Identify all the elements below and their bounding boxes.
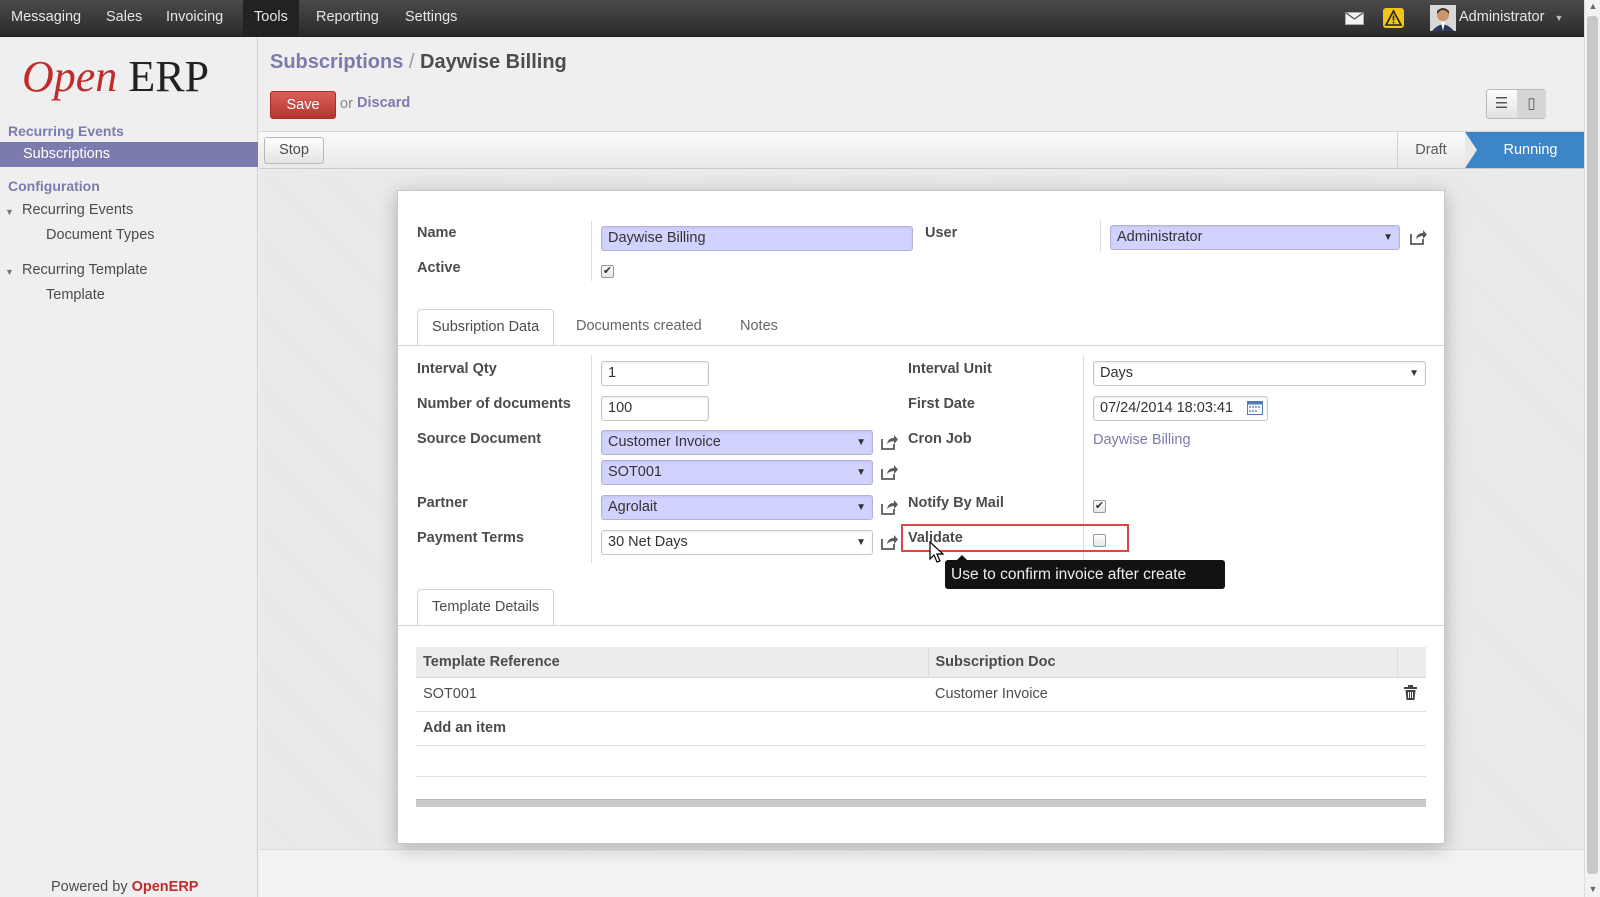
page-scrollbar[interactable]: ▲ ▼ [1584, 0, 1600, 897]
user-select[interactable]: Administrator ▼ [1110, 225, 1400, 250]
col-subscription-doc[interactable]: Subscription Doc [928, 647, 1398, 678]
dropdown-arrow-icon: ▼ [856, 437, 866, 448]
openerp-logo[interactable]: Open ERP [22, 52, 209, 102]
num-documents-label: Number of documents [417, 396, 571, 412]
menu-tools[interactable]: Tools [243, 0, 299, 37]
chevron-down-icon: ▼ [1554, 13, 1564, 23]
interval-unit-select[interactable]: Days ▼ [1093, 361, 1426, 386]
status-bar: Stop Draft Running [259, 131, 1584, 169]
notify-by-mail-label: Notify By Mail [908, 495, 1004, 511]
warning-icon[interactable] [1383, 8, 1404, 28]
menu-settings[interactable]: Settings [394, 0, 468, 37]
add-item-link[interactable]: Add an item [416, 711, 1426, 746]
validate-tooltip: Use to confirm invoice after create [945, 555, 1225, 589]
save-button[interactable]: Save [270, 91, 336, 119]
list-view-icon[interactable]: ☰ [1487, 90, 1516, 118]
cell-template-reference: SOT001 [416, 677, 928, 712]
external-link-icon[interactable] [879, 462, 899, 482]
trash-icon[interactable] [1404, 684, 1417, 700]
first-date-input[interactable]: 07/24/2014 18:03:41 [1093, 396, 1268, 421]
expand-caret-icon[interactable]: ▼ [5, 267, 14, 277]
table-horizontal-scrollbar[interactable] [416, 799, 1426, 807]
num-documents-input[interactable]: 100 [601, 396, 709, 421]
tab-documents-created[interactable]: Documents created [562, 309, 716, 346]
payment-terms-label: Payment Terms [417, 530, 524, 546]
powered-by-link[interactable]: OpenERP [132, 879, 199, 895]
sidebar-item-document-types[interactable]: Document Types [46, 227, 155, 243]
tab-subscription-data[interactable]: Subsription Data [417, 309, 555, 346]
source-document-model-select[interactable]: Customer Invoice ▼ [601, 430, 873, 455]
tab-notes[interactable]: Notes [726, 309, 792, 346]
template-table: Template Reference Subscription Doc SOT0… [416, 647, 1426, 777]
or-text: or [340, 96, 353, 112]
bottom-strip [259, 849, 1584, 897]
view-switcher: ☰ ▯ [1486, 89, 1546, 119]
partner-label: Partner [417, 495, 468, 511]
external-link-icon[interactable] [879, 497, 899, 517]
breadcrumb-subscriptions[interactable]: Subscriptions [270, 51, 403, 73]
name-input[interactable]: Daywise Billing [601, 226, 913, 251]
cron-job-link[interactable]: Daywise Billing [1093, 432, 1191, 448]
dropdown-arrow-icon: ▼ [856, 537, 866, 548]
sidebar-section-configuration: Configuration [8, 178, 100, 194]
sidebar-section-recurring-events: Recurring Events [8, 123, 124, 139]
notify-by-mail-checkbox[interactable]: ✔ [1093, 500, 1106, 513]
user-menu[interactable]: Administrator ▼ [1453, 0, 1569, 37]
status-running[interactable]: Running [1465, 132, 1584, 168]
user-name: Administrator [1459, 9, 1545, 25]
interval-unit-label: Interval Unit [908, 361, 992, 377]
sidebar-item-recurring-template[interactable]: Recurring Template [22, 262, 147, 278]
source-document-label: Source Document [417, 431, 542, 447]
external-link-icon[interactable] [879, 532, 899, 552]
name-label: Name [417, 225, 457, 241]
dropdown-arrow-icon: ▼ [1409, 368, 1419, 379]
top-navbar: Messaging Sales Invoicing Tools Reportin… [0, 0, 1584, 37]
scroll-up-icon[interactable]: ▲ [1588, 1, 1598, 11]
menu-messaging[interactable]: Messaging [0, 0, 92, 37]
page-title: Daywise Billing [420, 51, 567, 73]
cell-subscription-doc: Customer Invoice [928, 677, 1397, 712]
interval-qty-input[interactable]: 1 [601, 361, 709, 386]
form-view-icon[interactable]: ▯ [1517, 90, 1546, 118]
interval-qty-label: Interval Qty [417, 361, 497, 377]
mouse-cursor-icon [929, 541, 945, 563]
sidebar: Open ERP Recurring Events Subscriptions … [0, 37, 258, 897]
user-label: User [925, 225, 958, 241]
external-link-icon[interactable] [1408, 227, 1428, 247]
cron-job-label: Cron Job [908, 431, 972, 447]
powered-by: Powered by OpenERP [51, 879, 199, 895]
active-label: Active [417, 260, 461, 276]
calendar-icon[interactable] [1247, 401, 1263, 415]
sidebar-item-subscriptions[interactable]: Subscriptions [0, 142, 258, 167]
validate-checkbox[interactable] [1093, 534, 1106, 547]
sidebar-item-recurring-events[interactable]: Recurring Events [22, 202, 133, 218]
source-document-ref-select[interactable]: SOT001 ▼ [601, 460, 873, 485]
stop-button[interactable]: Stop [264, 137, 324, 164]
menu-sales[interactable]: Sales [95, 0, 153, 37]
payment-terms-select[interactable]: 30 Net Days ▼ [601, 530, 873, 555]
form-sheet: Name Daywise Billing Active ✔ User Admin… [397, 190, 1445, 844]
status-draft[interactable]: Draft [1397, 132, 1464, 168]
dropdown-arrow-icon: ▼ [856, 467, 866, 478]
discard-link[interactable]: Discard [357, 95, 410, 111]
envelope-icon[interactable] [1345, 12, 1364, 25]
external-link-icon[interactable] [879, 432, 899, 452]
scrollbar-thumb[interactable] [1587, 16, 1598, 874]
menu-reporting[interactable]: Reporting [305, 0, 390, 37]
dropdown-arrow-icon: ▼ [1383, 232, 1393, 243]
col-template-reference[interactable]: Template Reference [416, 647, 929, 678]
dropdown-arrow-icon: ▼ [856, 502, 866, 513]
tab-template-details[interactable]: Template Details [417, 589, 555, 626]
partner-select[interactable]: Agrolait ▼ [601, 495, 873, 520]
first-date-label: First Date [908, 396, 975, 412]
menu-invoicing[interactable]: Invoicing [155, 0, 234, 37]
scroll-down-icon[interactable]: ▼ [1588, 884, 1598, 894]
expand-caret-icon[interactable]: ▼ [5, 207, 14, 217]
breadcrumb: Subscriptions / Daywise Billing [270, 51, 567, 73]
active-checkbox[interactable]: ✔ [601, 265, 614, 278]
sidebar-item-template[interactable]: Template [46, 287, 105, 303]
table-row[interactable]: SOT001 Customer Invoice [416, 677, 1426, 712]
